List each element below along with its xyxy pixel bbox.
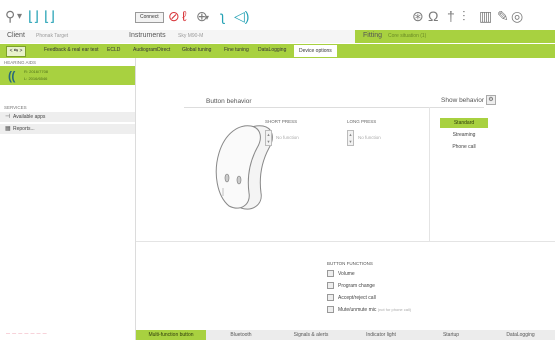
short-press-label: SHORT PRESS — [265, 119, 298, 124]
short-press-stepper[interactable]: ▲ ▼ — [265, 130, 272, 146]
hearing-aid-right: R: 2016/7708 — [24, 69, 49, 74]
audiogram-icon[interactable]: ⌊⌋ — [28, 9, 39, 23]
bar-chart-icon[interactable]: ▥ — [479, 9, 492, 23]
behavior-standard[interactable]: Standard — [440, 118, 488, 128]
help-icon[interactable]: ◎ — [511, 9, 523, 23]
connect-button[interactable]: Connect — [135, 12, 164, 23]
show-behavior-label: Show behavior — [441, 97, 484, 104]
instruments-label: Instruments — [129, 32, 166, 39]
hearing-aid-pair-icon: ( ( — [8, 69, 15, 83]
tab-startup[interactable]: Startup — [416, 330, 486, 340]
tab-bluetooth[interactable]: Bluetooth — [206, 330, 276, 340]
client-value[interactable]: Phonak Target — [36, 33, 68, 39]
tab-ecld[interactable]: ECLD — [107, 47, 120, 53]
tab-multi-function-button[interactable]: Multi-function button — [136, 330, 206, 340]
dropdown-arrow-icon[interactable]: ▾ — [17, 10, 22, 24]
speech-test-icon[interactable]: ⊛ — [412, 9, 424, 23]
function-accept-reject-call[interactable]: Accept/reject call — [327, 294, 376, 301]
tab-indicator-light[interactable]: Indicator light — [346, 330, 416, 340]
hearing-aids-header: HEARING AIDS — [4, 60, 37, 65]
hearing-instrument-icon[interactable]: ⊘ — [168, 9, 180, 23]
service-available-apps[interactable]: ⊣ Available apps — [0, 112, 135, 122]
status-note: — — — — — — — — [6, 330, 48, 335]
tab-datalogging-bottom[interactable]: DataLogging — [486, 330, 555, 340]
service-label: Available apps — [13, 114, 46, 120]
tab-audiogramdirect[interactable]: AudiogramDirect — [133, 47, 170, 53]
wrench-icon[interactable]: ✎ — [497, 9, 509, 23]
fitting-value: Core situation (1) — [388, 33, 427, 39]
function-volume[interactable]: Volume — [327, 270, 355, 277]
title-divider — [184, 107, 484, 108]
short-press-value: No function — [276, 135, 299, 140]
sound-icon[interactable]: ◁) — [234, 9, 249, 23]
tuning-fork-icon[interactable]: † — [447, 9, 455, 23]
tab-device-options[interactable]: Device options — [294, 45, 337, 57]
behavior-streaming[interactable]: Streaming — [440, 130, 488, 140]
equalizer-icon[interactable]: ⫶ — [462, 9, 466, 23]
fitting-label: Fitting — [363, 32, 383, 39]
top-toolbar: ⚲ ▾ ⌊⌋ ⌊⌋ Connect ⊘ ℓ ⊕ ▾ ʅ ◁) ⊛ Ω † ⫶ ▥… — [0, 0, 555, 30]
left-panel: HEARING AIDS ( ( R: 2016/7708 L: 2016/65… — [0, 58, 136, 340]
fitting-tabs: < ⇆ > Feedback & real ear test ECLD Audi… — [0, 44, 555, 58]
show-behavior-settings-icon[interactable]: ⚙ — [486, 95, 496, 105]
tab-fine-tuning[interactable]: Fine tuning — [224, 47, 249, 53]
function-note: (not for phone call) — [377, 306, 412, 312]
dropdown-icon[interactable]: ▾ — [205, 11, 209, 25]
button-functions-header: BUTTON FUNCTIONS — [327, 261, 373, 266]
info-row: Client Phonak Target Instruments Sky M90… — [0, 30, 555, 43]
pin-icon[interactable]: ⚲ — [5, 9, 15, 23]
long-press-stepper[interactable]: ▲ ▼ — [347, 130, 354, 146]
behavior-phone-call[interactable]: Phone call — [440, 142, 488, 152]
function-checkbox[interactable] — [327, 270, 334, 277]
ear-teal-icon[interactable]: ʅ — [221, 9, 224, 23]
reports-icon: ▦ — [5, 126, 11, 132]
tab-feedback-real-ear-test[interactable]: Feedback & real ear test — [44, 47, 98, 53]
tab-global-tuning[interactable]: Global tuning — [182, 47, 211, 53]
function-checkbox[interactable] — [327, 306, 334, 313]
fitting-bar[interactable]: Fitting Core situation (1) — [355, 30, 555, 43]
hearing-aid-left: L: 2016/6546 — [24, 76, 48, 81]
function-mute-unmute-mic[interactable]: Mute/unmute mic (not for phone call) — [327, 306, 411, 313]
services-header: SERVICES — [4, 105, 27, 110]
client-label: Client — [7, 32, 25, 39]
function-program-change[interactable]: Program change — [327, 282, 375, 289]
function-checkbox[interactable] — [327, 282, 334, 289]
audiogram-chart-icon[interactable]: ⌊⌋ — [44, 9, 55, 23]
section-divider — [136, 241, 555, 242]
tab-signals-alerts[interactable]: Signals & alerts — [276, 330, 346, 340]
hearing-aids-item[interactable]: ( ( R: 2016/7708 L: 2016/6546 — [0, 66, 135, 85]
instruments-value[interactable]: Sky M90-M — [178, 33, 203, 39]
acoustic-icon[interactable]: Ω — [428, 9, 438, 23]
function-checkbox[interactable] — [327, 294, 334, 301]
apps-icon: ⊣ — [5, 114, 11, 120]
tab-datalogging[interactable]: DataLogging — [258, 47, 286, 53]
side-divider — [429, 107, 430, 242]
ear-icon[interactable]: ℓ — [182, 9, 187, 23]
tab-toggle-button[interactable]: < ⇆ > — [6, 46, 26, 57]
service-label: Reports... — [13, 126, 35, 132]
service-reports[interactable]: ▦ Reports... — [0, 124, 135, 134]
device-options-panel: Button behavior SHORT PRESS ▲ ▼ No functi… — [136, 58, 555, 340]
long-press-value: No function — [358, 135, 381, 140]
long-press-label: LONG PRESS — [347, 119, 377, 124]
button-behavior-title: Button behavior — [206, 98, 252, 105]
bottom-tabs: Multi-function button Bluetooth Signals … — [136, 330, 555, 340]
